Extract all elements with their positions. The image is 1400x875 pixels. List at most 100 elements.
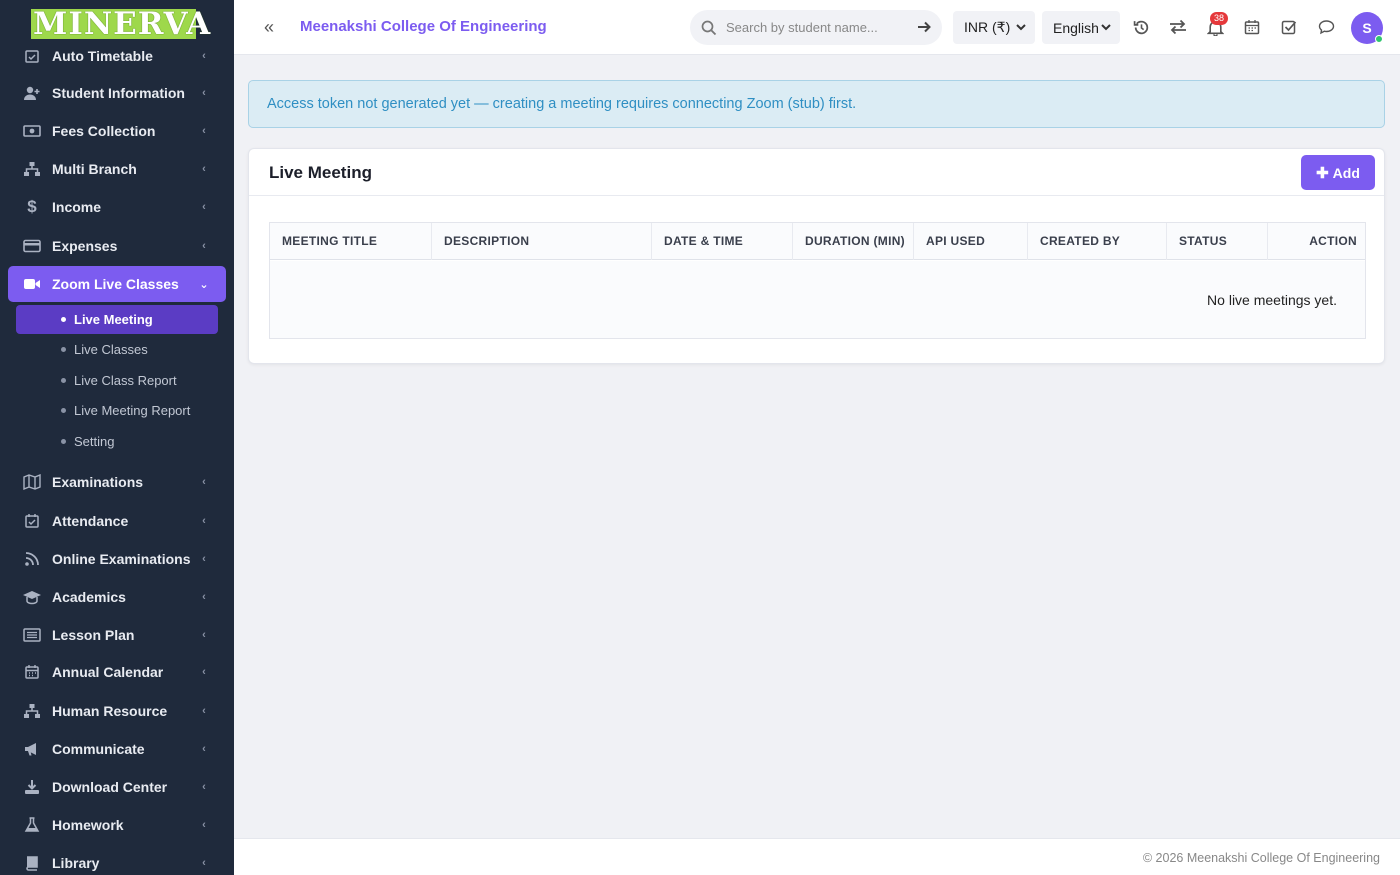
sidebar-item-income[interactable]: $ Income ‹ (8, 189, 226, 225)
student-search (690, 10, 942, 45)
column-header-duration[interactable]: DURATION (MIN) (793, 223, 914, 260)
logo-bar: MINERVA (0, 0, 234, 48)
language-select[interactable]: English (1042, 11, 1120, 44)
online-status-dot (1375, 35, 1383, 43)
chevron-left-icon: ‹ (202, 125, 206, 137)
money-icon (22, 121, 42, 141)
calendar-icon[interactable] (1242, 17, 1262, 37)
calendar-check-icon (22, 46, 42, 66)
sidebar-item-homework[interactable]: Homework ‹ (8, 807, 226, 843)
arrow-right-icon[interactable] (916, 19, 932, 35)
chevron-left-icon: ‹ (202, 629, 206, 641)
chevron-left-icon: ‹ (202, 553, 206, 565)
sidebar-item-attendance[interactable]: Attendance ‹ (8, 503, 226, 539)
sidebar-item-label: Student Information (52, 85, 185, 101)
sidebar-item-expenses[interactable]: Expenses ‹ (8, 228, 226, 264)
submenu-item-label: Live Classes (74, 342, 148, 357)
sidebar-item-label: Examinations (52, 474, 144, 490)
sidebar-item-annual-calendar[interactable]: Annual Calendar ‹ (8, 654, 226, 690)
task-check-icon[interactable] (1279, 17, 1299, 37)
add-button-label: Add (1332, 164, 1360, 181)
chevron-left-icon: ‹ (202, 163, 206, 175)
submenu-item-live-class-report[interactable]: Live Class Report (16, 366, 218, 395)
chevron-left-icon: ‹ (202, 50, 206, 62)
chevron-left-icon: ‹ (202, 240, 206, 252)
column-header-created-by[interactable]: CREATED BY (1028, 223, 1167, 260)
sidebar-item-label: Academics (52, 589, 126, 605)
sidebar-item-download-center[interactable]: Download Center ‹ (8, 769, 226, 805)
brand-logo[interactable]: MINERVA (31, 9, 210, 40)
rss-icon (22, 549, 42, 569)
column-header-status[interactable]: STATUS (1167, 223, 1268, 260)
sidebar-item-online-examinations[interactable]: Online Examinations ‹ (8, 541, 226, 577)
footer-copyright: © 2026 Meenakshi College Of Engineering (1142, 851, 1380, 865)
sidebar-item-human-resource[interactable]: Human Resource ‹ (8, 693, 226, 729)
table-body: No live meetings yet. (270, 261, 1365, 338)
college-title[interactable]: Meenakshi College Of Engineering (300, 18, 547, 35)
bullet-icon (61, 317, 66, 322)
bullhorn-icon (22, 739, 42, 759)
submenu-item-live-classes[interactable]: Live Classes (16, 335, 218, 364)
column-header-date-time[interactable]: DATE & TIME (652, 223, 793, 260)
chevron-left-icon: ‹ (202, 819, 206, 831)
bullet-icon (61, 408, 66, 413)
sidebar: MINERVA Auto Timetable ‹ Student Informa… (0, 0, 234, 875)
column-header-api-used[interactable]: API USED (914, 223, 1028, 260)
credit-card-icon (22, 236, 42, 256)
download-icon (22, 777, 42, 797)
page-footer: © 2026 Meenakshi College Of Engineering (234, 838, 1400, 875)
language-value: English (1053, 19, 1099, 36)
column-header-meeting-title[interactable]: MEETING TITLE (270, 223, 432, 260)
top-header: « Meenakshi College Of Engineering INR (… (234, 0, 1400, 55)
submenu-item-live-meeting[interactable]: Live Meeting (16, 305, 218, 334)
meetings-table: MEETING TITLE DESCRIPTION DATE & TIME DU… (269, 222, 1366, 339)
currency-select[interactable]: INR (₹) (953, 11, 1035, 44)
flask-icon (22, 815, 42, 835)
calendar-icon (22, 662, 42, 682)
sidebar-item-fees-collection[interactable]: Fees Collection ‹ (8, 113, 226, 149)
chat-icon[interactable] (1316, 17, 1336, 37)
bullet-icon (61, 347, 66, 352)
empty-state-message: No live meetings yet. (1207, 292, 1337, 308)
sidebar-item-student-information[interactable]: Student Information ‹ (8, 75, 226, 111)
sidebar-item-communicate[interactable]: Communicate ‹ (8, 731, 226, 767)
graduation-cap-icon (22, 587, 42, 607)
history-icon[interactable] (1131, 17, 1151, 37)
chevron-down-icon: ⌄ (199, 278, 209, 291)
sidebar-item-label: Online Examinations (52, 551, 191, 567)
sidebar-item-label: Zoom Live Classes (52, 276, 179, 292)
sitemap-icon (22, 701, 42, 721)
currency-value: INR (₹) (964, 19, 1011, 35)
dollar-icon: $ (27, 197, 37, 216)
sidebar-item-zoom-live-classes[interactable]: Zoom Live Classes ⌄ (8, 266, 226, 302)
submenu-item-live-meeting-report[interactable]: Live Meeting Report (16, 396, 218, 425)
search-icon (701, 20, 717, 36)
live-meeting-card: Live Meeting ✚ Add MEETING TITLE DESCRIP… (248, 148, 1385, 364)
bullet-icon (61, 439, 66, 444)
book-icon (22, 853, 42, 873)
table-header: MEETING TITLE DESCRIPTION DATE & TIME DU… (270, 223, 1365, 260)
sidebar-item-label: Auto Timetable (52, 48, 153, 64)
add-meeting-button[interactable]: ✚ Add (1301, 155, 1375, 190)
sidebar-item-academics[interactable]: Academics ‹ (8, 579, 226, 615)
column-header-action[interactable]: ACTION (1268, 223, 1365, 260)
search-input[interactable] (726, 10, 906, 45)
map-icon (22, 472, 42, 492)
sidebar-item-label: Communicate (52, 741, 145, 757)
sidebar-item-examinations[interactable]: Examinations ‹ (8, 464, 226, 500)
sidebar-item-library[interactable]: Library ‹ (8, 845, 226, 875)
sidebar-item-label: Multi Branch (52, 161, 137, 177)
chevron-left-icon: ‹ (202, 781, 206, 793)
chevron-down-icon (1016, 24, 1026, 31)
column-header-description[interactable]: DESCRIPTION (432, 223, 652, 260)
sidebar-item-multi-branch[interactable]: Multi Branch ‹ (8, 151, 226, 187)
chevron-left-icon: ‹ (202, 666, 206, 678)
switch-icon[interactable] (1168, 17, 1188, 37)
bullet-icon (61, 378, 66, 383)
list-icon (22, 625, 42, 645)
sidebar-item-lesson-plan[interactable]: Lesson Plan ‹ (8, 617, 226, 653)
collapse-sidebar-icon[interactable]: « (258, 16, 280, 38)
sidebar-item-label: Attendance (52, 513, 129, 529)
submenu-item-setting[interactable]: Setting (16, 427, 218, 456)
chevron-left-icon: ‹ (202, 201, 206, 213)
